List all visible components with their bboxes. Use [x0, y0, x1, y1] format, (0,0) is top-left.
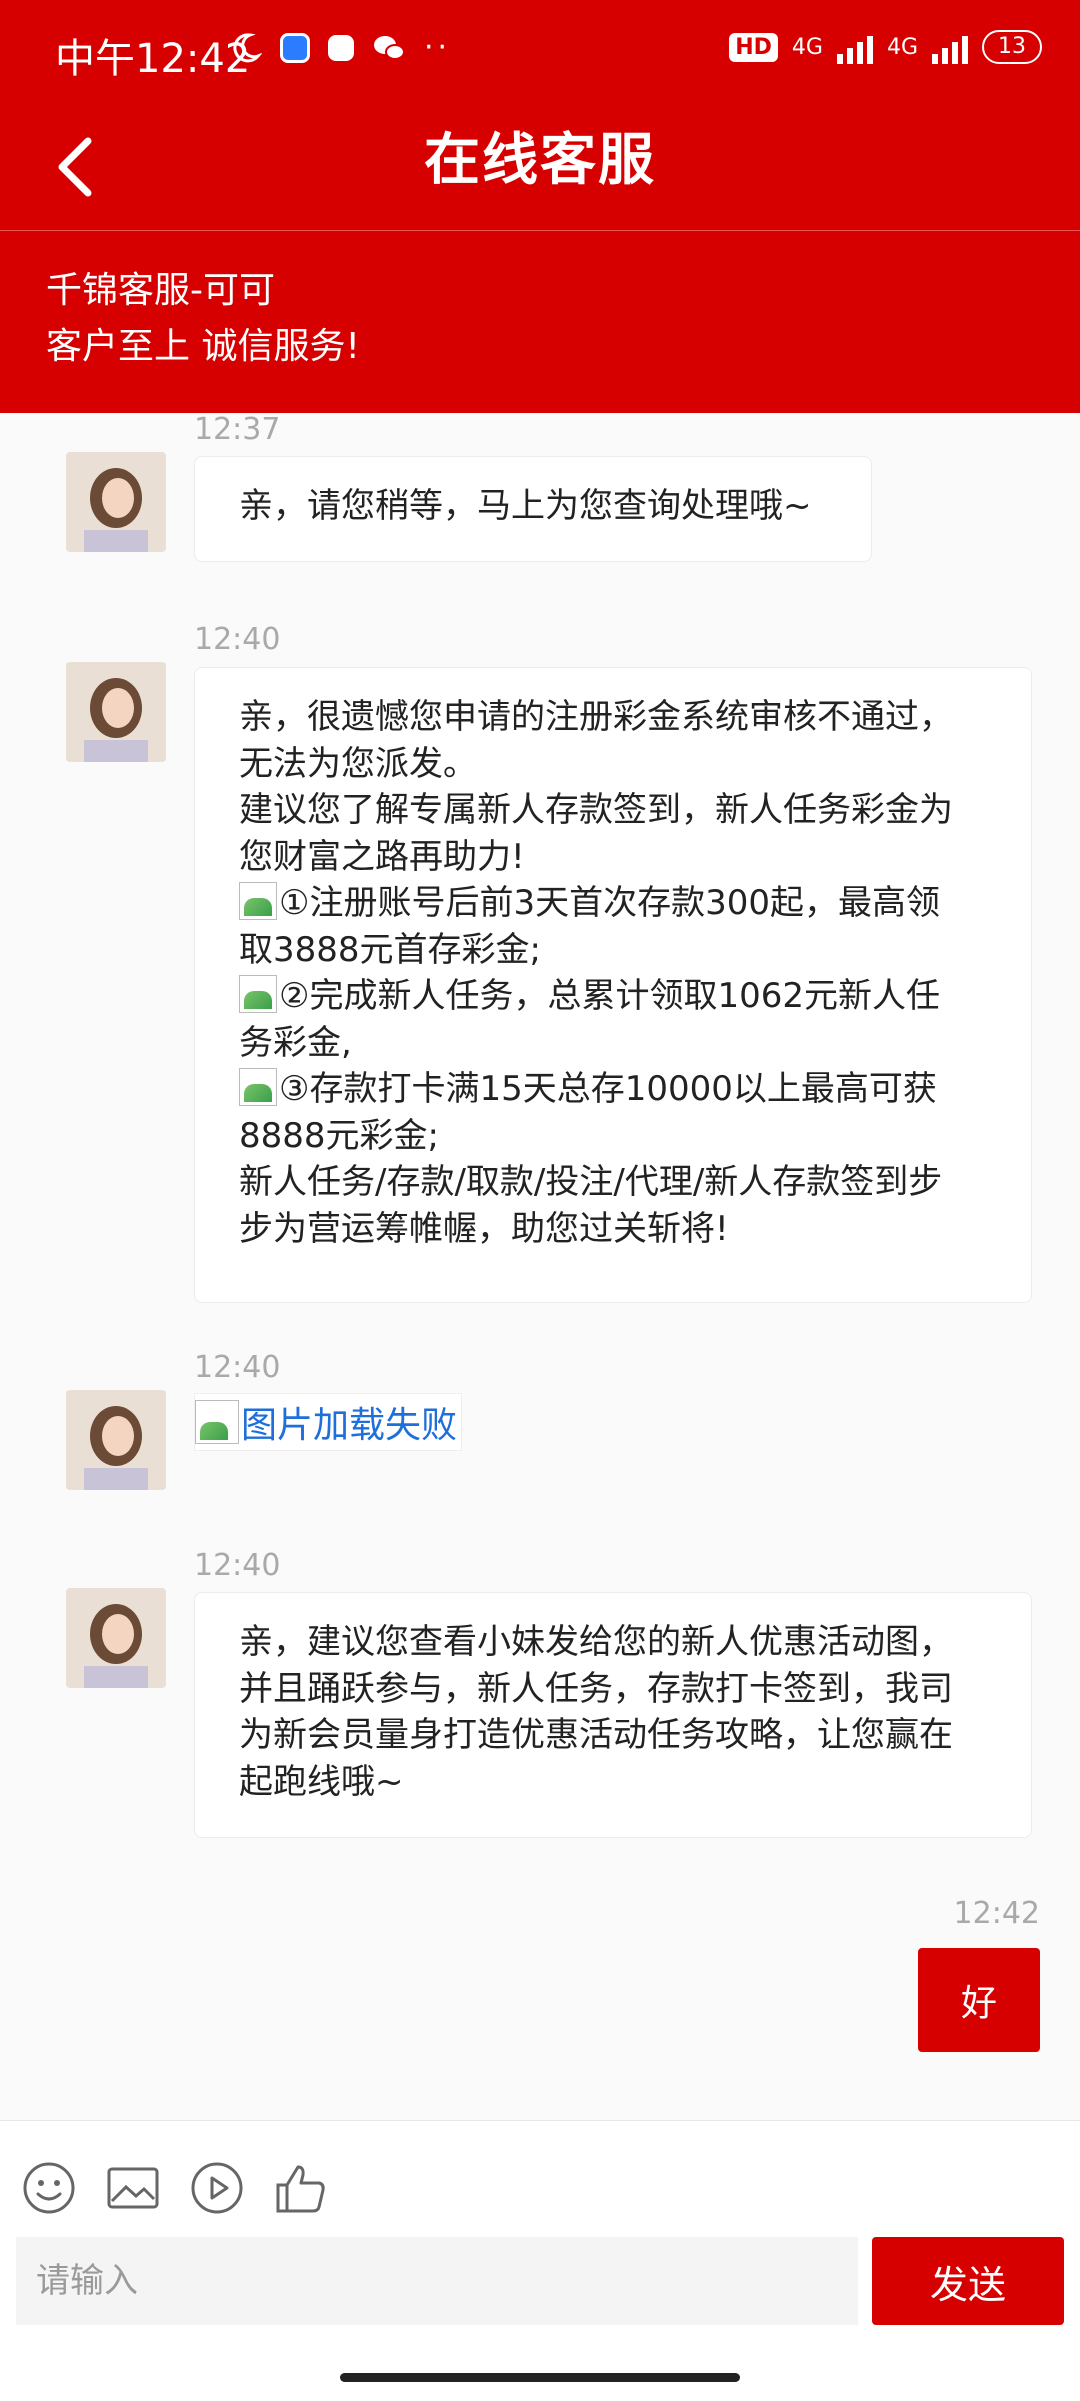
- moon-icon: [233, 32, 262, 62]
- thumbs-up-icon[interactable]: [274, 2161, 328, 2215]
- app-notification-icon: [280, 32, 310, 63]
- image-message[interactable]: 图片加载失败: [194, 1393, 463, 1451]
- agent-avatar: [66, 452, 166, 552]
- agent-info: 千锦客服-可可 客户至上 诚信服务!: [0, 230, 1080, 413]
- network-label-2: 4G: [886, 34, 918, 60]
- battery-icon: 13: [982, 30, 1042, 64]
- message-bubble: 亲，很遗憾您申请的注册彩金系统审核不通过， 无法为您派发。 建议您了解专属新人存…: [194, 667, 1032, 1303]
- message-line: 取3888元首存彩金;: [239, 929, 541, 970]
- message-input[interactable]: [16, 2237, 858, 2325]
- agent-avatar: [66, 662, 166, 762]
- message-line: 无法为您派发。: [239, 743, 477, 784]
- agent-avatar: [66, 1588, 166, 1688]
- message-line: 您财富之路再助力!: [239, 836, 525, 877]
- page-title: 在线客服: [424, 128, 656, 193]
- broken-image-icon: [239, 1068, 277, 1106]
- nav-bar: 在线客服: [0, 105, 1080, 230]
- message-time: 12:42: [953, 1896, 1040, 1931]
- battery-level: 13: [998, 34, 1026, 59]
- message-line: 务彩金,: [239, 1022, 352, 1063]
- wechat-icon: [374, 35, 405, 60]
- message-line: 建议您了解专属新人存款签到，新人任务彩金为: [239, 790, 953, 830]
- message-line: 步为营运筹帷幄，助您过关斩将!: [239, 1208, 729, 1249]
- broken-image-icon: [239, 975, 277, 1013]
- input-panel: 发送: [0, 2120, 1080, 2401]
- user-message-text: 好: [960, 1983, 997, 2024]
- agent-name: 千锦客服-可可: [46, 270, 275, 311]
- user-message-bubble: 好: [918, 1948, 1040, 2052]
- network-label-1: 4G: [791, 34, 823, 60]
- message-line: 起跑线哦~: [239, 1761, 404, 1802]
- message-text: 亲，请您稍等，马上为您查询处理哦~: [239, 486, 812, 526]
- message-time: 12:40: [194, 1350, 281, 1385]
- video-icon[interactable]: [190, 2161, 244, 2215]
- status-bar: 中午12:42 ·· HD 4G 4G 13: [0, 0, 1080, 105]
- message-time: 12:37: [194, 412, 281, 447]
- more-notifications-icon: ··: [424, 30, 452, 65]
- image-icon[interactable]: [106, 2161, 160, 2215]
- message-line: ②完成新人任务，总累计领取1062元新人任: [279, 976, 941, 1016]
- message-line: ③存款打卡满15天总存10000以上最高可获: [279, 1069, 937, 1109]
- message-line: 为新会员量身打造优惠活动任务攻略，让您赢在: [239, 1715, 953, 1755]
- signal-icon: [836, 30, 873, 64]
- agent-avatar: [66, 1390, 166, 1490]
- emoji-icon[interactable]: [22, 2161, 76, 2215]
- message-line: 新人任务/存款/取款/投注/代理/新人存款签到步: [239, 1162, 943, 1202]
- toolbar: [22, 2161, 328, 2215]
- message-line: 8888元彩金;: [239, 1115, 439, 1156]
- status-icons-right: HD 4G 4G 13: [729, 30, 1042, 64]
- broken-image-icon: [195, 1400, 239, 1444]
- signal-icon-2: [932, 30, 968, 64]
- message-line: ①注册账号后前3天首次存款300起，最高领: [279, 883, 941, 923]
- message-line: 并且踊跃参与，新人任务，存款打卡签到，我司: [239, 1668, 953, 1709]
- send-button[interactable]: 发送: [872, 2237, 1064, 2325]
- news-notification-icon: [328, 34, 354, 61]
- agent-motto: 客户至上 诚信服务!: [46, 326, 360, 367]
- image-fail-text: 图片加载失败: [241, 1405, 458, 1446]
- home-indicator[interactable]: [340, 2373, 740, 2382]
- message-time: 12:40: [194, 1548, 281, 1583]
- hd-icon: HD: [729, 32, 778, 62]
- message-line: 亲，建议您查看小妹发给您的新人优惠活动图，: [239, 1622, 953, 1662]
- message-line: 亲，很遗憾您申请的注册彩金系统审核不通过，: [239, 697, 953, 737]
- message-bubble: 亲，建议您查看小妹发给您的新人优惠活动图， 并且踊跃参与，新人任务，存款打卡签到…: [194, 1592, 1032, 1838]
- status-time: 中午12:42: [55, 36, 251, 82]
- broken-image-icon: [239, 882, 277, 920]
- message-time: 12:40: [194, 622, 281, 657]
- chat-area[interactable]: 12:37 亲，请您稍等，马上为您查询处理哦~ 12:40 亲，很遗憾您申请的注…: [0, 412, 1080, 2120]
- message-bubble: 亲，请您稍等，马上为您查询处理哦~: [194, 456, 872, 562]
- status-icons-left: ··: [228, 30, 451, 65]
